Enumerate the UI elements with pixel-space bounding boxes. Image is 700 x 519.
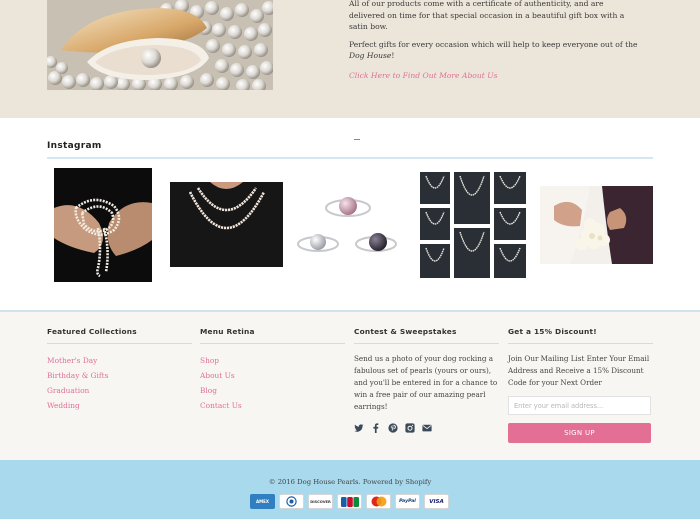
jcb-icon (337, 494, 362, 509)
promo-section: All of our products come with a certific… (0, 0, 700, 118)
copyright-text: © 2016 Dog House Pearls. Powered by Shop… (268, 478, 432, 486)
menu-retina-rule (200, 343, 345, 344)
footer: Featured Collections Mother's Day Birthd… (0, 312, 700, 460)
link-contact-us[interactable]: Contact Us (200, 398, 345, 413)
discount-text: Join Our Mailing List Enter Your Email A… (508, 354, 650, 387)
instagram-photo-wedding[interactable] (540, 186, 653, 264)
instagram-photo-pearl-necklace[interactable] (170, 182, 283, 267)
visa-icon: VISA (424, 494, 449, 509)
discount-rule (508, 343, 653, 344)
instagram-photo-pearl-rings[interactable] (296, 186, 402, 266)
instagram-heading-rule (47, 157, 653, 159)
discover-icon: DISCOVER (308, 494, 333, 509)
discover-icon-label: DISCOVER (310, 499, 331, 504)
diners-club-icon (279, 494, 304, 509)
facebook-icon[interactable] (371, 418, 381, 433)
pearl-oyster-image (47, 0, 273, 90)
menu-retina-heading: Menu Retina (200, 327, 255, 336)
discount-heading: Get a 15% Discount! (508, 327, 597, 336)
instagram-photo-necklace-collage[interactable] (418, 170, 528, 280)
twitter-icon[interactable] (354, 418, 364, 432)
featured-collections-heading: Featured Collections (47, 327, 137, 336)
link-blog[interactable]: Blog (200, 383, 345, 398)
about-us-link[interactable]: Click Here to Find Out More About Us (349, 70, 498, 82)
mastercard-icon (366, 494, 391, 509)
instagram-photo-pearls-in-hands[interactable] (54, 168, 152, 282)
footer-discount: Get a 15% Discount! Join Our Mailing Lis… (508, 327, 653, 443)
amex-icon: AMEX (250, 494, 275, 509)
link-wedding[interactable]: Wedding (47, 398, 192, 413)
contest-heading: Contest & Sweepstakes (354, 327, 457, 336)
instagram-icon[interactable] (405, 418, 415, 433)
contest-text: Send us a photo of your dog rocking a fa… (354, 354, 498, 411)
visa-icon-label: VISA (429, 498, 444, 505)
payment-icons: AMEX DISCOVER PayPal VISA (250, 494, 449, 509)
pinterest-icon[interactable] (388, 418, 398, 433)
paypal-icon: PayPal (395, 494, 420, 509)
bottom-bar: © 2016 Dog House Pearls. Powered by Shop… (0, 460, 700, 519)
link-mothers-day[interactable]: Mother's Day (47, 353, 192, 368)
footer-contest: Contest & Sweepstakes Send us a photo of… (354, 327, 499, 433)
promo-text-block: All of our products come with a certific… (349, 0, 639, 81)
promo-gifts-text: Perfect gifts for every occasion which w… (349, 39, 639, 62)
email-field[interactable]: Enter your email address... (508, 396, 651, 415)
link-graduation[interactable]: Graduation (47, 383, 192, 398)
promo-gifts-text-end: ! (391, 51, 395, 60)
amex-icon-label: AMEX (256, 499, 269, 504)
link-shop[interactable]: Shop (200, 353, 345, 368)
paypal-icon-label: PayPal (399, 499, 416, 504)
section-divider-dash (354, 139, 360, 140)
social-icons (354, 418, 499, 433)
link-birthday-gifts[interactable]: Birthday & Gifts (47, 368, 192, 383)
contest-rule (354, 343, 499, 344)
link-about-us[interactable]: About Us (200, 368, 345, 383)
footer-featured-collections: Featured Collections Mother's Day Birthd… (47, 327, 192, 413)
promo-gifts-text-start: Perfect gifts for every occasion which w… (349, 39, 638, 49)
sign-up-button[interactable]: SIGN UP (508, 423, 651, 443)
instagram-heading: Instagram (47, 141, 102, 151)
promo-gifts-text-em: Dog House (349, 51, 392, 60)
featured-collections-rule (47, 343, 192, 344)
email-icon[interactable] (422, 418, 432, 432)
footer-menu-retina: Menu Retina Shop About Us Blog Contact U… (200, 327, 345, 413)
promo-certificate-text: All of our products come with a certific… (349, 0, 625, 31)
